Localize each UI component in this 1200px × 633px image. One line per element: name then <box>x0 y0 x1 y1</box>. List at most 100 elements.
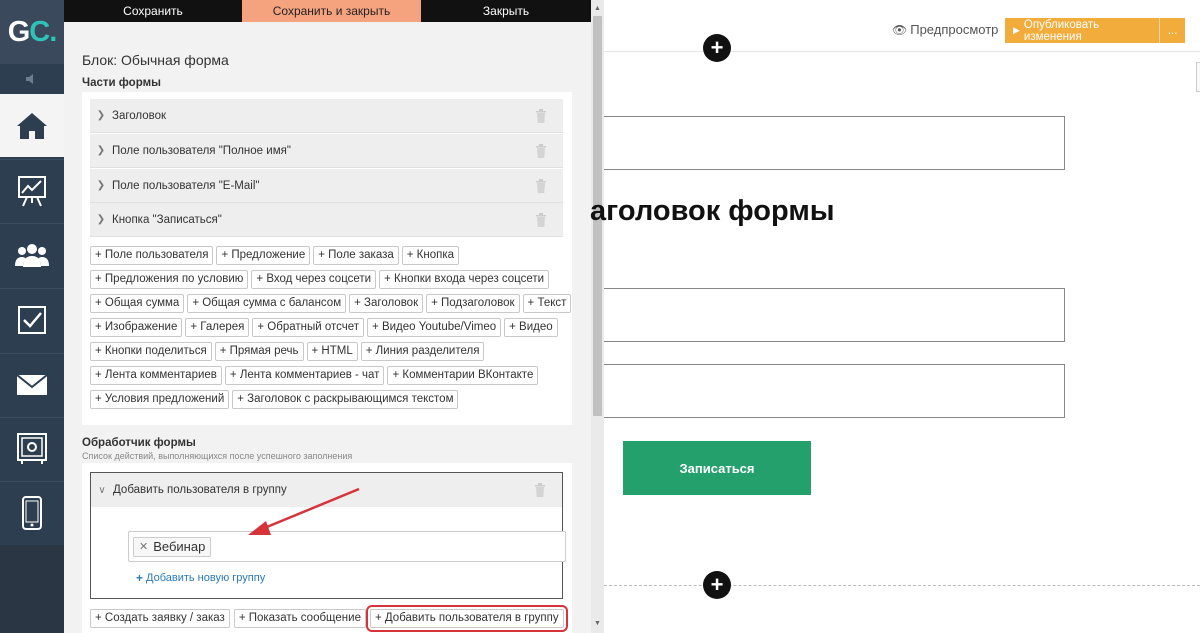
add-part-button[interactable]: + Предложения по условию <box>90 270 249 289</box>
show-message-action-button[interactable]: + Показать сообщение <box>233 609 366 628</box>
form-field-top[interactable] <box>604 116 1065 170</box>
add-part-button[interactable]: + Линия разделителя <box>360 342 485 361</box>
nav-item-mobile[interactable] <box>0 481 64 544</box>
form-part-label: Поле пользователя "E-Mail" <box>112 179 260 192</box>
add-part-button[interactable]: + Галерея <box>185 318 250 337</box>
chevron-right-icon[interactable]: ❯ <box>90 180 112 191</box>
envelope-icon <box>16 374 48 395</box>
trash-icon[interactable] <box>535 213 547 227</box>
add-block-plus-icon[interactable]: + <box>703 34 731 62</box>
form-field-name[interactable] <box>604 288 1065 342</box>
form-field-email[interactable] <box>604 364 1065 418</box>
add-part-button[interactable]: + Поле заказа <box>313 246 399 265</box>
editor-toolbar: Сохранить Сохранить и закрыть Закрыть <box>64 0 591 22</box>
add-part-button[interactable]: + Заголовок <box>349 294 424 313</box>
add-user-to-group-action-button[interactable]: + Добавить пользователя в группу <box>365 605 568 632</box>
trash-icon[interactable] <box>535 144 547 158</box>
add-part-button[interactable]: + Предложение <box>216 246 311 265</box>
add-part-button[interactable]: + Подзаголовок <box>426 294 520 313</box>
nav-item-messages[interactable] <box>0 353 64 416</box>
add-part-button[interactable]: + Лента комментариев <box>90 366 222 385</box>
publish-more-button[interactable]: ... <box>1159 18 1185 43</box>
checkbox-icon <box>18 306 46 334</box>
nav-item-home[interactable] <box>0 94 64 157</box>
publish-button[interactable]: ▶ Опубликовать изменения ... <box>1005 18 1185 43</box>
form-part-row[interactable]: ❯ Поле пользователя "E-Mail" <box>90 169 563 203</box>
add-part-button[interactable]: + Изображение <box>90 318 183 337</box>
home-icon <box>17 112 47 139</box>
add-part-button[interactable]: + Текст <box>522 294 572 313</box>
group-select-input[interactable]: ✕ Вебинар <box>128 531 566 562</box>
handler-action-buttons: + Создать заявку / заказ + Показать сооб… <box>90 605 568 632</box>
form-heading: аголовок формы <box>590 195 835 227</box>
add-part-button[interactable]: + Комментарии ВКонтакте <box>387 366 539 385</box>
add-part-button[interactable]: + Видео Youtube/Vimeo <box>367 318 502 337</box>
add-part-button[interactable]: + Кнопка <box>401 246 460 265</box>
safe-icon <box>17 433 47 464</box>
close-button[interactable]: Закрыть <box>421 0 591 22</box>
handler-action-header[interactable]: ∨ Добавить пользователя в группу <box>91 473 562 507</box>
submit-button[interactable]: Записаться <box>623 441 811 495</box>
nav-item-statistics[interactable] <box>0 159 64 222</box>
form-part-label: Кнопка "Записаться" <box>112 213 222 226</box>
add-part-button[interactable]: + Вход через соцсети <box>251 270 377 289</box>
publish-label: Опубликовать изменения <box>1023 18 1100 43</box>
create-order-action-button[interactable]: + Создать заявку / заказ <box>90 609 230 628</box>
add-part-button[interactable]: + Видео <box>504 318 558 337</box>
speaker-icon[interactable] <box>0 64 64 94</box>
trash-icon[interactable] <box>535 109 547 123</box>
main-navigation: GC. <box>0 0 64 633</box>
nav-item-users[interactable] <box>0 223 64 286</box>
form-part-label: Заголовок <box>112 109 167 122</box>
chevron-down-icon[interactable]: ∨ <box>91 485 113 496</box>
form-part-row[interactable]: ❯ Заголовок <box>90 99 563 133</box>
page-canvas: 👁 Предпросмотр ▶ Опубликовать изменения .… <box>590 0 1200 633</box>
add-part-button[interactable]: + Условия предложений <box>90 390 230 409</box>
nav-item-tasks[interactable] <box>0 288 64 351</box>
logo[interactable]: GC. <box>0 0 64 64</box>
remove-icon[interactable]: ✕ <box>139 538 148 556</box>
scroll-up-icon[interactable]: ▲ <box>591 2 604 14</box>
group-chip[interactable]: ✕ Вебинар <box>133 537 212 557</box>
canvas-header: 👁 Предпросмотр ▶ Опубликовать изменения .… <box>604 0 1200 52</box>
preview-label: Предпросмотр <box>910 22 999 37</box>
add-part-button[interactable]: + Поле пользователя <box>90 246 214 265</box>
chevron-right-icon[interactable]: ❯ <box>90 214 112 225</box>
trash-icon[interactable] <box>535 179 547 193</box>
panel-scrollbar[interactable]: ▲ ▼ <box>591 0 604 633</box>
preview-button[interactable]: 👁 Предпросмотр <box>892 22 998 37</box>
add-new-group-label: Добавить новую группу <box>146 572 266 584</box>
chevron-right-icon[interactable]: ❯ <box>90 145 112 156</box>
add-part-button[interactable]: + Кнопки входа через соцсети <box>379 270 550 289</box>
block-editor-panel: Сохранить Сохранить и закрыть Закрыть Бл… <box>64 0 604 633</box>
scroll-down-icon[interactable]: ▼ <box>591 617 604 629</box>
add-part-button[interactable]: + Кнопки поделиться <box>90 342 212 361</box>
form-part-row[interactable]: ❯ Кнопка "Записаться" <box>90 203 563 237</box>
handler-action-card: ∨ Добавить пользователя в группу ✕ Вебин… <box>90 472 566 599</box>
add-block-plus-icon[interactable]: + <box>703 571 731 599</box>
add-part-button[interactable]: + Общая сумма с балансом <box>187 294 347 313</box>
add-part-button[interactable]: + Заголовок с раскрывающимся текстом <box>232 390 459 409</box>
group-chip-label: Вебинар <box>153 539 206 554</box>
handler-action-title: Добавить пользователя в группу <box>113 484 287 496</box>
trash-icon[interactable] <box>534 483 546 497</box>
chevron-right-icon[interactable]: ❯ <box>90 110 112 121</box>
add-part-button[interactable]: + Общая сумма <box>90 294 185 313</box>
block-divider <box>604 585 1200 586</box>
save-button[interactable]: Сохранить <box>64 0 242 22</box>
form-part-label: Поле пользователя "Полное имя" <box>112 144 291 157</box>
add-new-group-link[interactable]: + Добавить новую группу <box>136 571 265 585</box>
add-part-button[interactable]: + Прямая речь <box>214 342 304 361</box>
phone-icon <box>22 496 42 530</box>
add-part-button[interactable]: + HTML <box>306 342 358 361</box>
add-part-button[interactable]: + Обратный отсчет <box>252 318 365 337</box>
add-part-button[interactable]: + Лента комментариев - чат <box>224 366 385 385</box>
form-part-row[interactable]: ❯ Поле пользователя "Полное имя" <box>90 134 563 168</box>
form-parts-box: ❯ Заголовок ❯ Поле пользователя "Полное … <box>82 92 572 425</box>
side-tab[interactable] <box>1196 62 1200 92</box>
form-handler-subtitle: Список действий, выполняющихся после усп… <box>82 451 353 461</box>
plus-icon: + <box>136 571 144 585</box>
save-and-close-button[interactable]: Сохранить и закрыть <box>242 0 421 22</box>
nav-item-safe[interactable] <box>0 417 64 480</box>
block-title: Блок: Обычная форма <box>82 52 229 68</box>
